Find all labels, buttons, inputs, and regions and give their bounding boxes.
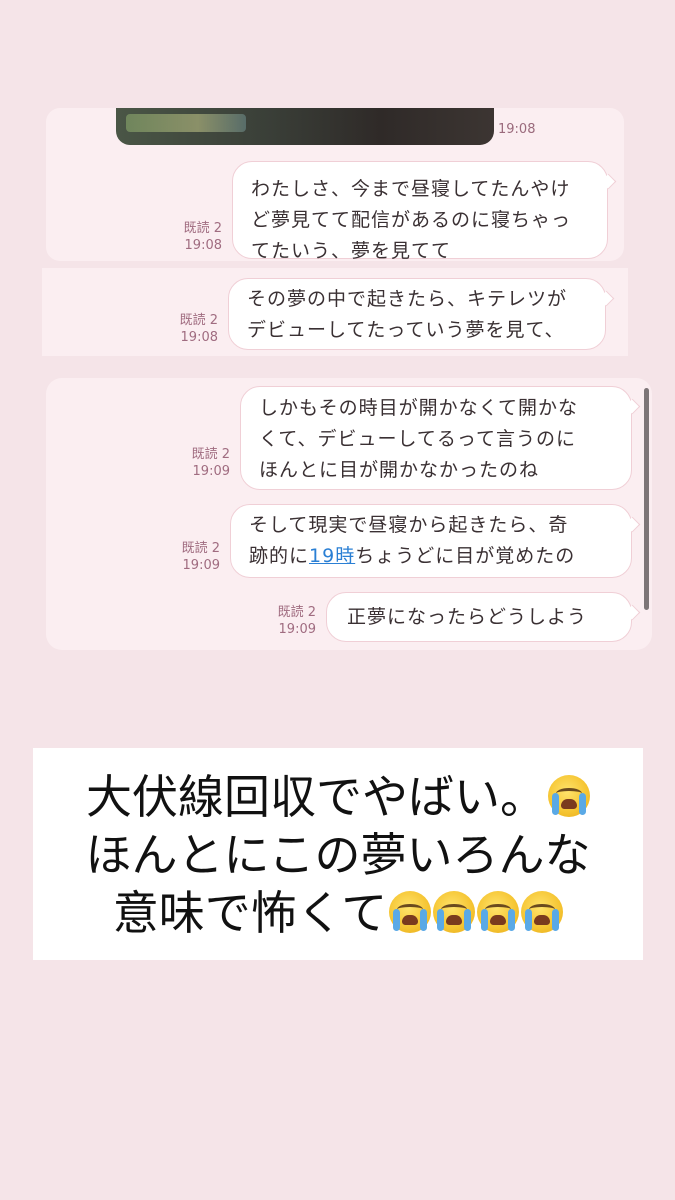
caption-text: 大伏線回収でやばい。 [86, 770, 546, 824]
bubble-tail [600, 173, 617, 190]
caption-line-3: 意味で怖くて [33, 884, 643, 942]
message-line: 正夢になったらどうしよう [347, 606, 588, 628]
time-link[interactable]: 19時 [309, 545, 355, 567]
crying-face-icon [477, 891, 520, 933]
message-text: 跡的に [249, 545, 310, 567]
message-time: 19:09 [278, 622, 316, 637]
message-text: ちょうどに目が覚めたの [355, 545, 576, 567]
chat-panel-2: 既読 2 19:08 その夢の中で起きたら、キテレツが デビューしてたっていう夢… [42, 268, 628, 356]
message-line: ど夢見てて配信があるのに寝ちゃっ [251, 209, 572, 231]
caption-text: 意味で怖くて [112, 886, 388, 940]
message-line: その夢の中で起きたら、キテレツが [247, 288, 568, 310]
message-time: 19:09 [182, 558, 220, 573]
bubble-tail [624, 398, 641, 415]
message-meta: 既読 2 19:08 [162, 312, 218, 346]
story-caption: 大伏線回収でやばい。 ほんとにこの夢いろんな 意味で怖くて [33, 748, 643, 960]
bubble-tail [598, 290, 615, 307]
message-bubble[interactable]: わたしさ、今まで昼寝してたんやけ ど夢見てて配信があるのに寝ちゃっ てたいう、夢… [232, 161, 617, 261]
message-meta: 既読 2 19:09 [260, 604, 316, 638]
read-receipt: 既読 2 [179, 313, 218, 328]
message-line: てたいう、夢を見てて [251, 240, 452, 261]
message-meta: 既読 2 19:08 [166, 220, 222, 254]
message-bubble[interactable]: その夢の中で起きたら、キテレツが デビューしてたっていう夢を見て、 [228, 278, 615, 350]
message-time: 19:09 [192, 464, 230, 479]
read-receipt: 既読 2 [183, 221, 222, 236]
shared-photo[interactable] [116, 108, 494, 145]
crying-face-icon [433, 891, 476, 933]
message-line: わたしさ、今まで昼寝してたんやけ [251, 178, 571, 200]
message-line: 跡的に19時ちょうどに目が覚めたの [249, 541, 613, 572]
message-bubble[interactable]: そして現実で昼寝から起きたら、奇 跡的に19時ちょうどに目が覚めたの [230, 504, 641, 578]
message-line: ほんとに目が開かなかったのね [259, 459, 540, 481]
message-time: 19:08 [184, 238, 222, 253]
crying-face-icon [521, 891, 564, 933]
message-line: くて、デビューしてるって言うのに [259, 428, 576, 450]
message-meta: 既読 2 19:09 [174, 446, 230, 480]
message-time: 19:08 [180, 330, 218, 345]
crying-face-icon [548, 775, 590, 817]
bubble-tail [624, 604, 641, 621]
message-line: デビューしてたっていう夢を見て、 [247, 319, 565, 341]
message-meta: 既読 2 19:09 [164, 540, 220, 574]
chat-panel-3: 既読 2 19:09 しかもその時目が開かなくて開かな くて、デビューしてるって… [46, 378, 652, 650]
message-bubble[interactable]: しかもその時目が開かなくて開かな くて、デビューしてるって言うのに ほんとに目が… [240, 386, 641, 490]
message-bubble[interactable]: 正夢になったらどうしよう [326, 592, 641, 642]
message-line: しかもその時目が開かなくて開かな [259, 397, 579, 419]
bubble-tail [624, 516, 641, 533]
read-receipt: 既読 2 [277, 605, 316, 620]
caption-line-2: ほんとにこの夢いろんな [85, 828, 591, 882]
caption-line-1: 大伏線回収でやばい。 [33, 768, 643, 826]
message-line: そして現実で昼寝から起きたら、奇 [249, 514, 569, 536]
photo-timestamp: 19:08 [498, 122, 536, 137]
photo-detail [126, 114, 246, 132]
chat-panel-1: 19:08 既読 2 19:08 わたしさ、今まで昼寝してたんやけ ど夢見てて配… [46, 108, 624, 261]
crying-face-icon [389, 891, 432, 933]
scrollbar[interactable] [644, 388, 649, 610]
read-receipt: 既読 2 [191, 447, 230, 462]
read-receipt: 既読 2 [181, 541, 220, 556]
